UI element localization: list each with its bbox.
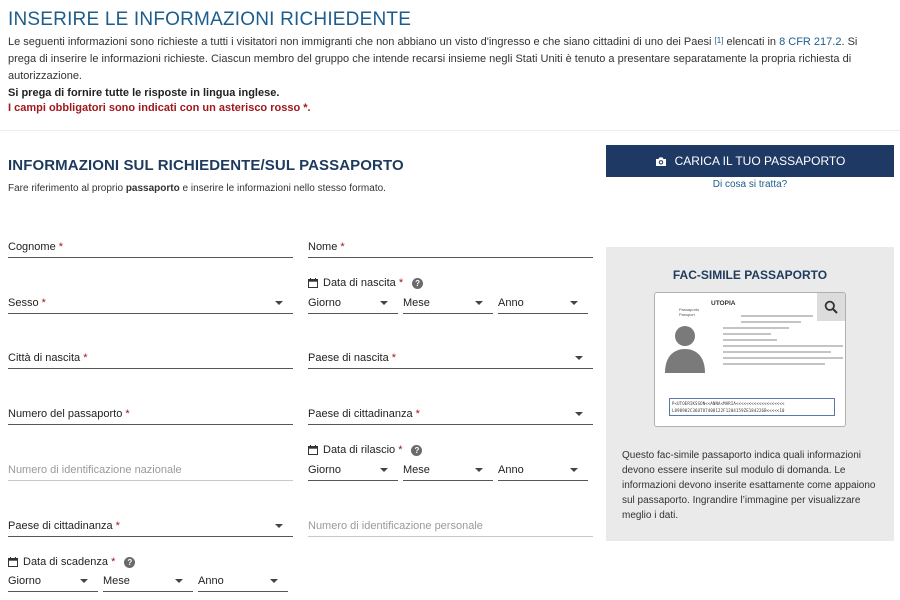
passport-number-field[interactable]: Numero del passaporto * bbox=[8, 407, 293, 425]
chevron-down-icon bbox=[475, 301, 483, 305]
sample-passport-title: FAC-SIMILE PASSAPORTO bbox=[672, 268, 828, 282]
citizenship-country-select[interactable]: Paese di cittadinanza * bbox=[308, 407, 593, 425]
intro-text: Le seguenti informazioni sono richieste … bbox=[8, 36, 858, 82]
chevron-down-icon bbox=[80, 579, 88, 583]
upload-passport-button[interactable]: CARICA IL TUO PASSAPORTO bbox=[606, 145, 894, 177]
chevron-down-icon bbox=[175, 579, 183, 583]
passport-detail-lines bbox=[711, 315, 843, 369]
required-note: I campi obbligatori sono indicati con un… bbox=[8, 102, 311, 114]
issue-year-select[interactable]: Anno bbox=[498, 463, 588, 481]
chevron-down-icon bbox=[270, 579, 278, 583]
birth-day-select[interactable]: Giorno bbox=[308, 296, 398, 314]
chevron-down-icon bbox=[275, 301, 283, 305]
expiry-date-selects: Giorno Mese Anno bbox=[8, 574, 293, 592]
english-note: Si prega di fornire tutte le risposte in… bbox=[8, 87, 280, 99]
sample-passport-description: Questo fac-simile passaporto indica qual… bbox=[622, 450, 876, 521]
birth-date-label: Data di nascita * ? bbox=[308, 277, 424, 289]
chevron-down-icon bbox=[275, 524, 283, 528]
expiry-day-select[interactable]: Giorno bbox=[8, 574, 98, 592]
camera-icon bbox=[655, 156, 666, 166]
issue-month-select[interactable]: Mese bbox=[403, 463, 493, 481]
national-id-input[interactable]: Numero di identificazione nazionale bbox=[8, 463, 293, 481]
expiry-date-label: Data di scadenza * ? bbox=[8, 556, 136, 568]
section-title: INFORMAZIONI SUL RICHIEDENTE/SUL PASSAPO… bbox=[8, 157, 404, 174]
birth-city-field[interactable]: Città di nascita * bbox=[8, 351, 293, 369]
birth-country-select[interactable]: Paese di nascita * bbox=[308, 351, 593, 369]
sample-passport-panel: FAC-SIMILE PASSAPORTO UTOPIA Passaporto … bbox=[606, 247, 894, 541]
cfr-link[interactable]: 8 CFR 217.2 bbox=[779, 36, 841, 48]
footnote-link[interactable]: [1] bbox=[715, 36, 724, 45]
chevron-down-icon bbox=[570, 468, 578, 472]
expiry-month-select[interactable]: Mese bbox=[103, 574, 193, 592]
calendar-icon bbox=[8, 557, 18, 567]
name-field[interactable]: Nome * bbox=[308, 240, 593, 258]
expiry-year-select[interactable]: Anno bbox=[198, 574, 288, 592]
sex-select[interactable]: Sesso * bbox=[8, 296, 293, 314]
chevron-down-icon bbox=[380, 468, 388, 472]
chevron-down-icon bbox=[380, 301, 388, 305]
help-icon[interactable]: ? bbox=[412, 277, 424, 289]
surname-field[interactable]: Cognome * bbox=[8, 240, 293, 258]
personal-id-input[interactable]: Numero di identificazione personale bbox=[308, 519, 593, 537]
divider bbox=[0, 130, 900, 131]
birth-month-select[interactable]: Mese bbox=[403, 296, 493, 314]
search-icon bbox=[824, 300, 838, 314]
what-is-this-link[interactable]: Di cosa si tratta? bbox=[606, 179, 894, 190]
issue-date-label: Data di rilascio * ? bbox=[308, 444, 423, 456]
passport-mrz: P<UTOERIKSSON<<ANNA<MARIA<<<<<<<<<<<<<<<… bbox=[669, 398, 835, 416]
help-icon[interactable]: ? bbox=[411, 444, 423, 456]
calendar-icon bbox=[308, 278, 318, 288]
page-title: INSERIRE LE INFORMAZIONI RICHIEDENTE bbox=[8, 9, 412, 30]
calendar-icon bbox=[308, 445, 318, 455]
help-icon[interactable]: ? bbox=[124, 556, 136, 568]
chevron-down-icon bbox=[570, 301, 578, 305]
zoom-button[interactable] bbox=[817, 293, 845, 321]
birth-year-select[interactable]: Anno bbox=[498, 296, 588, 314]
citizenship-country-2-select[interactable]: Paese di cittadinanza * bbox=[8, 519, 293, 537]
sample-passport-image[interactable]: UTOPIA Passaporto Passport P<UTOERIKSSON… bbox=[654, 292, 846, 427]
passport-word: Passaporto Passport bbox=[679, 307, 700, 317]
passport-country: UTOPIA bbox=[711, 300, 736, 307]
birth-date-selects: Giorno Mese Anno bbox=[308, 296, 593, 314]
section-subtitle: Fare riferimento al proprio passaporto e… bbox=[8, 183, 386, 194]
chevron-down-icon bbox=[575, 412, 583, 416]
chevron-down-icon bbox=[475, 468, 483, 472]
issue-date-selects: Giorno Mese Anno bbox=[308, 463, 593, 481]
portrait-silhouette-icon bbox=[665, 326, 705, 373]
chevron-down-icon bbox=[575, 356, 583, 360]
issue-day-select[interactable]: Giorno bbox=[308, 463, 398, 481]
